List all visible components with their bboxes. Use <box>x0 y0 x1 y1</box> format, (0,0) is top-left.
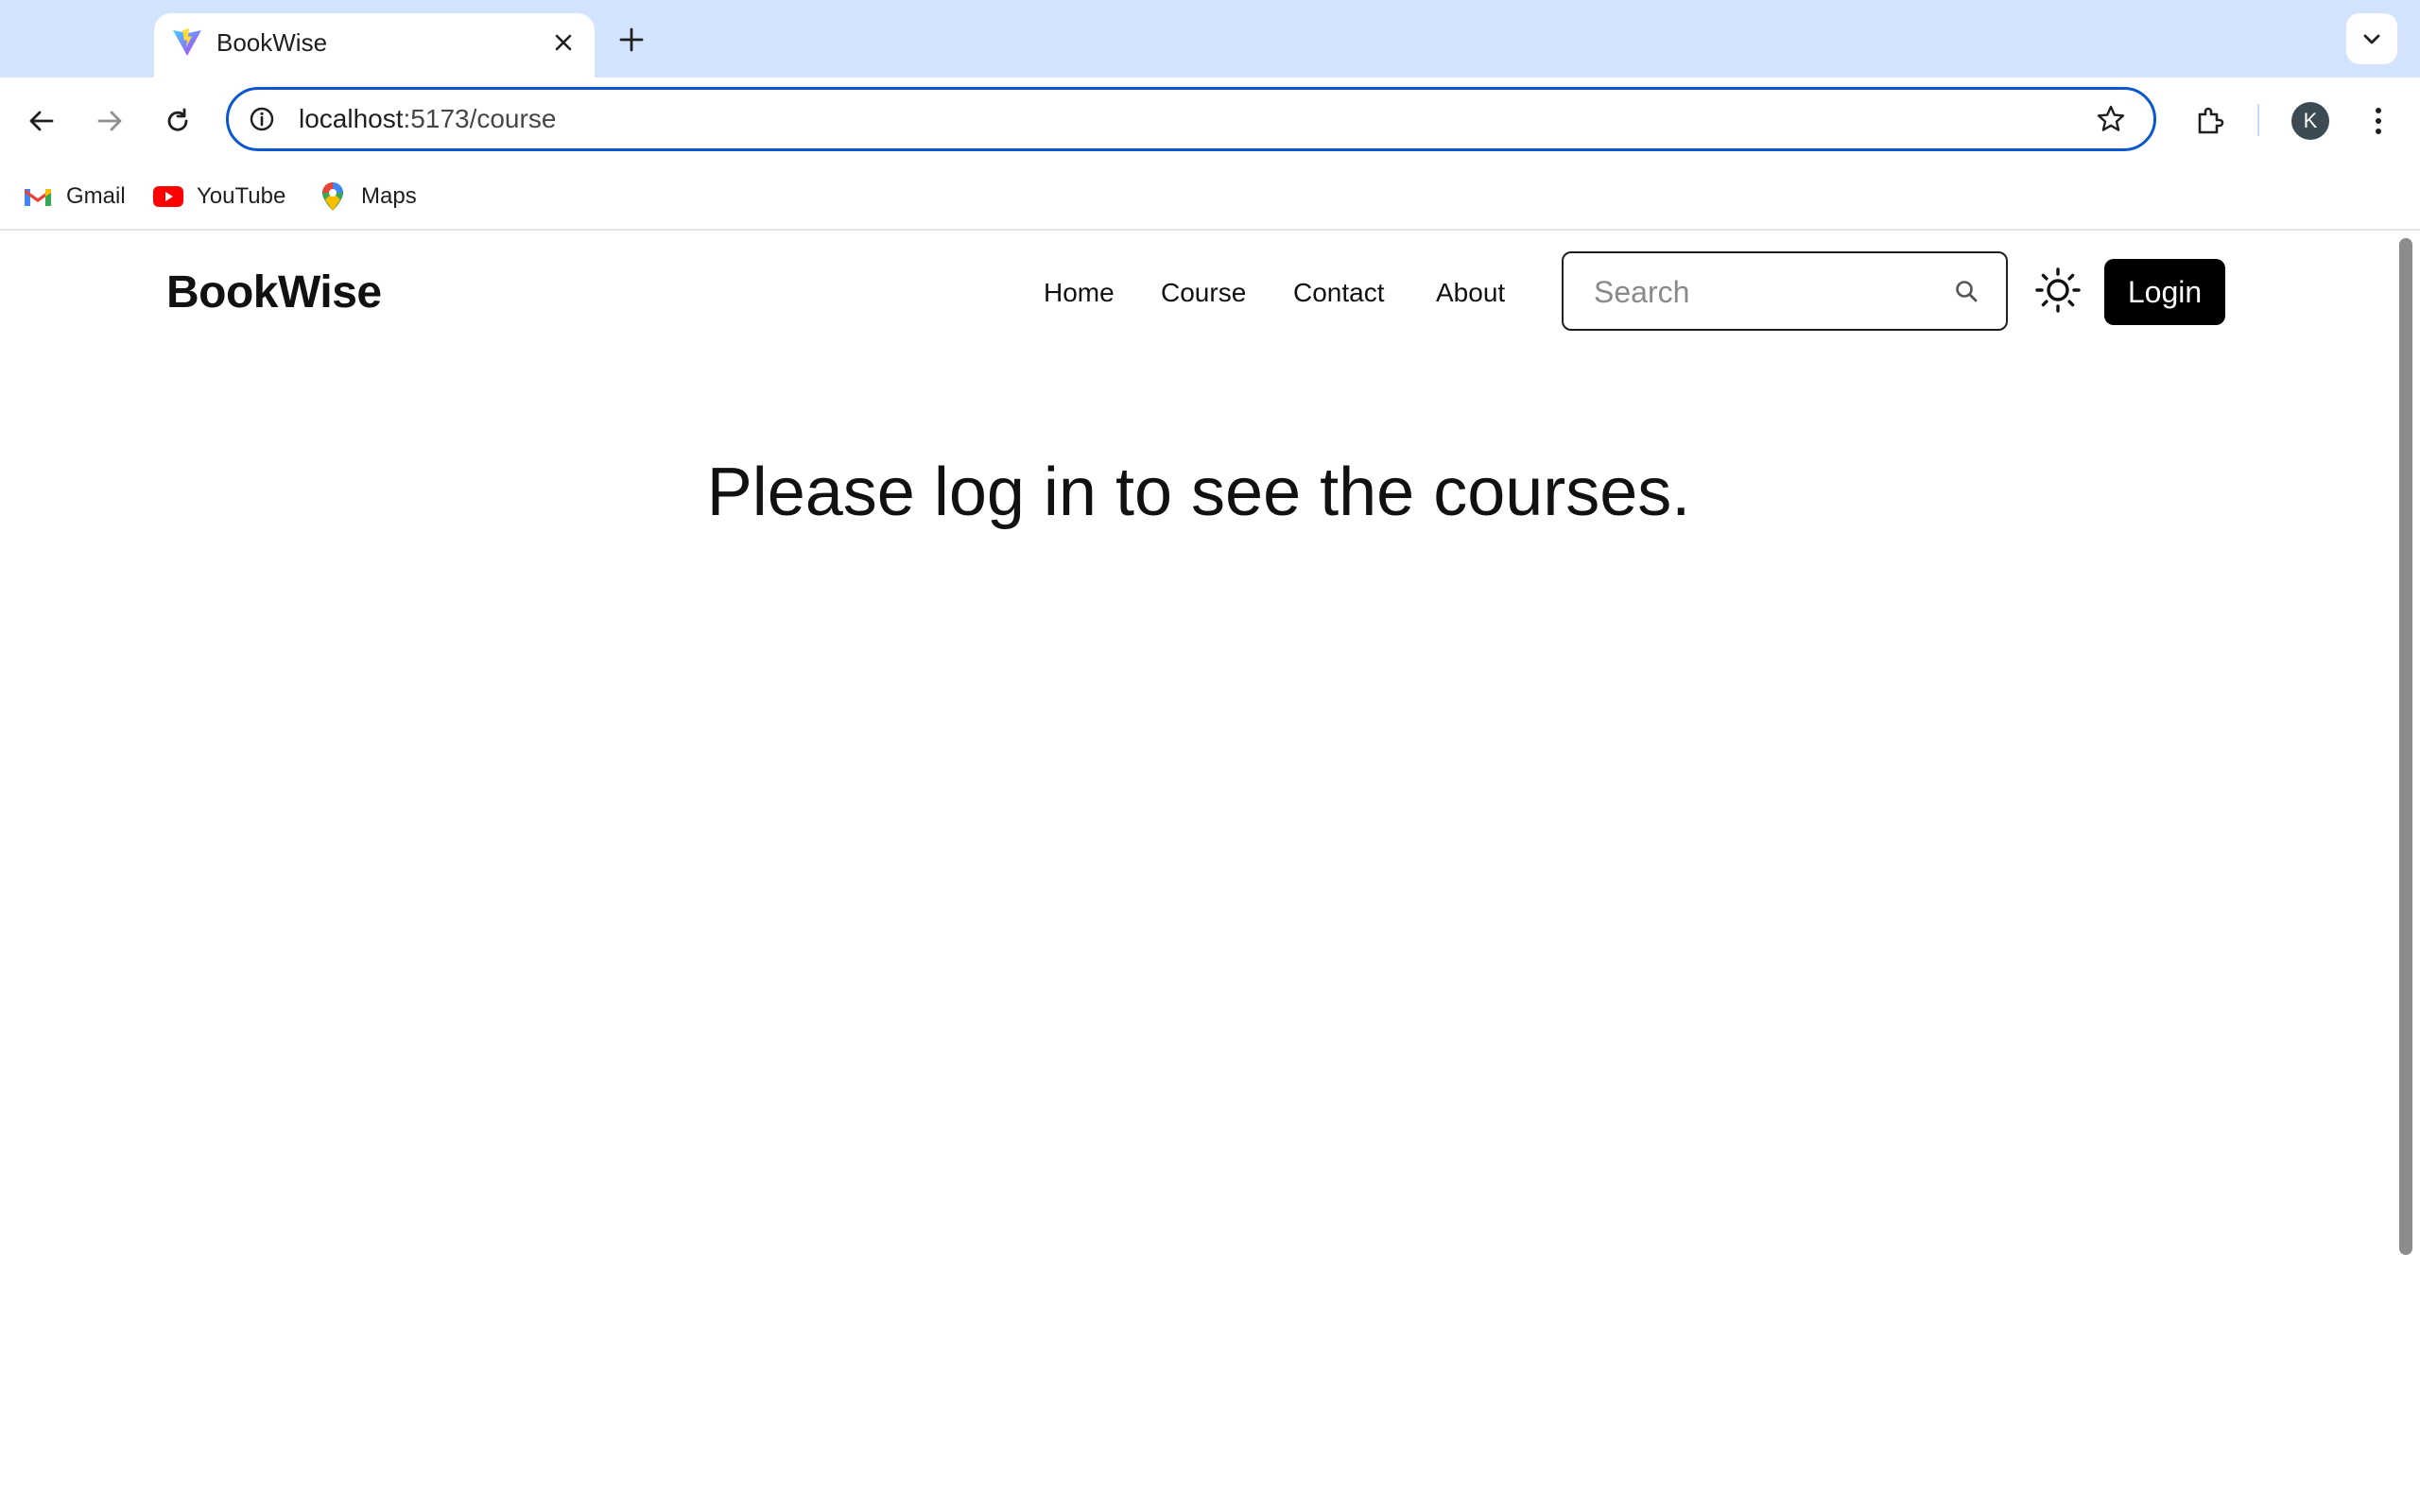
maps-icon <box>318 181 348 212</box>
browser-toolbar: localhost:5173/course K <box>0 77 2420 164</box>
search-box <box>1562 251 2008 331</box>
nav-home[interactable]: Home <box>1044 278 1115 308</box>
bookmark-label: Maps <box>361 183 417 209</box>
tab-title: BookWise <box>216 28 328 57</box>
site-info-icon[interactable] <box>246 103 278 135</box>
brand-logo[interactable]: BookWise <box>166 266 382 318</box>
extensions-icon[interactable] <box>2186 96 2235 146</box>
url-path: :5173/course <box>403 104 557 133</box>
profile-avatar[interactable]: K <box>2291 102 2329 140</box>
address-bar[interactable]: localhost:5173/course <box>226 87 2156 151</box>
bookmark-label: Gmail <box>66 183 126 209</box>
close-tab-icon[interactable] <box>547 26 579 59</box>
back-arrow-icon[interactable] <box>19 98 64 144</box>
bookmark-star-icon[interactable] <box>2093 101 2129 137</box>
browser-tab[interactable]: BookWise <box>154 13 595 77</box>
gmail-icon <box>23 181 53 212</box>
new-tab-icon[interactable] <box>611 19 652 60</box>
tab-strip: BookWise <box>0 0 2420 77</box>
bookmark-youtube[interactable]: YouTube <box>153 178 285 215</box>
youtube-icon <box>153 181 183 212</box>
nav-contact[interactable]: Contact <box>1293 278 1385 308</box>
bookmark-gmail[interactable]: Gmail <box>23 178 126 215</box>
search-input[interactable] <box>1592 270 1936 314</box>
bookmark-maps[interactable]: Maps <box>318 178 417 215</box>
scrollbar-thumb[interactable] <box>2399 238 2412 1255</box>
reload-icon[interactable] <box>155 98 200 144</box>
nav-about[interactable]: About <box>1436 278 1505 308</box>
url-host: localhost <box>299 104 404 133</box>
bookmarks-bar: Gmail YouTube Maps <box>0 164 2420 231</box>
search-icon[interactable] <box>1951 276 1981 306</box>
toolbar-divider <box>2257 104 2259 136</box>
page-content: BookWise Home Course Contact About Login… <box>0 231 2397 1512</box>
login-required-message: Please log in to see the courses. <box>706 455 1691 530</box>
tab-search-chevron-icon[interactable] <box>2346 13 2397 64</box>
nav-course[interactable]: Course <box>1161 278 1246 308</box>
more-menu-icon[interactable] <box>2354 96 2403 146</box>
forward-arrow-icon[interactable] <box>87 98 132 144</box>
bookmark-label: YouTube <box>197 183 286 209</box>
vite-favicon-icon <box>171 26 203 59</box>
url-text[interactable]: localhost:5173/course <box>299 103 556 135</box>
sun-theme-toggle-icon[interactable] <box>2032 265 2083 316</box>
login-button[interactable]: Login <box>2104 259 2225 325</box>
